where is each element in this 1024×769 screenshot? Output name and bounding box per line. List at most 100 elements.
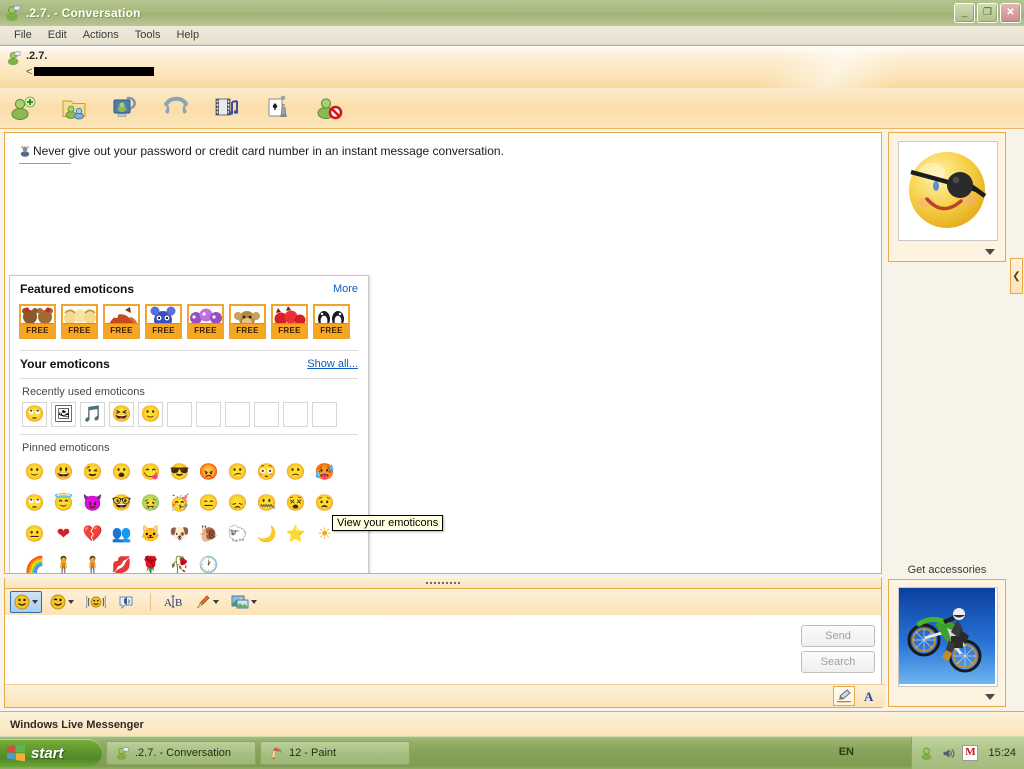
- pinned-emoticon[interactable]: 🧍: [51, 553, 76, 573]
- pinned-emoticon[interactable]: 😋: [138, 460, 163, 485]
- pinned-emoticon[interactable]: 🥀: [167, 553, 192, 573]
- recent-emoticon[interactable]: 😆: [109, 402, 134, 427]
- pinned-emoticon[interactable]: 😮: [109, 460, 134, 485]
- nudge-button[interactable]: [82, 591, 110, 613]
- emoticon-pack[interactable]: FREE: [103, 304, 140, 339]
- menu-actions[interactable]: Actions: [75, 27, 127, 43]
- pinned-emoticon[interactable]: 🐌: [196, 522, 221, 547]
- emoticon-pack[interactable]: FREE: [313, 304, 350, 339]
- pinned-emoticon[interactable]: 😇: [51, 491, 76, 516]
- pinned-emoticon[interactable]: 😡: [196, 460, 221, 485]
- pinned-emoticon[interactable]: 😞: [225, 491, 250, 516]
- pinned-emoticon[interactable]: 🙂: [22, 460, 47, 485]
- font-button[interactable]: A B: [159, 591, 187, 613]
- show-all-link[interactable]: Show all...: [307, 358, 358, 370]
- pinned-emoticon[interactable]: 🐑: [225, 522, 250, 547]
- emoticon-pack[interactable]: FREE: [271, 304, 308, 339]
- empty-emoticon-slot[interactable]: [312, 402, 337, 427]
- contact-display-picture-frame[interactable]: [898, 587, 998, 687]
- pinned-emoticon[interactable]: 💔: [80, 522, 105, 547]
- mcafee-tray-icon[interactable]: M: [962, 745, 979, 761]
- recent-emoticon[interactable]: 🙂: [138, 402, 163, 427]
- pinned-emoticon[interactable]: 😎: [167, 460, 192, 485]
- emoticon-pack[interactable]: FREE: [145, 304, 182, 339]
- pinned-emoticon[interactable]: 🥳: [167, 491, 192, 516]
- pinned-emoticon[interactable]: 🌈: [22, 553, 47, 573]
- send-button[interactable]: Send: [801, 625, 875, 647]
- pinned-emoticon[interactable]: 😕: [225, 460, 250, 485]
- pinned-emoticon[interactable]: 🐶: [167, 522, 192, 547]
- emoticon-pack[interactable]: FREE: [19, 304, 56, 339]
- recent-emoticon[interactable]: 🎵: [80, 402, 105, 427]
- emoticon-pack[interactable]: FREE: [61, 304, 98, 339]
- pinned-emoticon[interactable]: 😃: [51, 460, 76, 485]
- pinned-emoticon[interactable]: 🙁: [283, 460, 308, 485]
- pinned-emoticon[interactable]: 😈: [80, 491, 105, 516]
- restore-button[interactable]: ❐: [977, 3, 998, 23]
- share-files-button[interactable]: [59, 93, 89, 123]
- recent-emoticon[interactable]: 🙄: [22, 402, 47, 427]
- emoticon-pack[interactable]: FREE: [229, 304, 266, 339]
- display-picture-dropdown-icon[interactable]: [985, 249, 995, 255]
- taskbar-item-conversation[interactable]: .2.7. - Conversation: [106, 741, 256, 765]
- pinned-emoticon[interactable]: 🤓: [109, 491, 134, 516]
- emoticon-picker-button[interactable]: [10, 591, 42, 613]
- recent-emoticon[interactable]: 🖼: [51, 402, 76, 427]
- minimize-button[interactable]: _: [954, 3, 975, 23]
- collapse-sidebar-button[interactable]: ❮: [1010, 258, 1023, 294]
- pinned-emoticon[interactable]: 😑: [196, 491, 221, 516]
- pinned-emoticon[interactable]: 🌙: [254, 522, 279, 547]
- pinned-emoticon[interactable]: 🌹: [138, 553, 163, 573]
- handwriting-mode-button[interactable]: [833, 686, 855, 706]
- empty-emoticon-slot[interactable]: [167, 402, 192, 427]
- message-input[interactable]: [5, 615, 881, 685]
- search-button[interactable]: Search: [801, 651, 875, 673]
- block-contact-button[interactable]: [314, 93, 344, 123]
- taskbar-item-paint[interactable]: 12 - Paint: [260, 741, 410, 765]
- pinned-emoticon[interactable]: 🤢: [138, 491, 163, 516]
- pinned-emoticon[interactable]: 🥵: [312, 460, 337, 485]
- empty-emoticon-slot[interactable]: [254, 402, 279, 427]
- text-mode-button[interactable]: A: [859, 686, 881, 706]
- video-call-button[interactable]: [110, 93, 140, 123]
- my-display-picture-frame[interactable]: [898, 141, 998, 241]
- volume-tray-icon[interactable]: [940, 745, 956, 761]
- pinned-emoticon[interactable]: ⭐: [283, 522, 308, 547]
- language-indicator[interactable]: EN: [839, 746, 854, 758]
- pinned-emoticon[interactable]: 😟: [312, 491, 337, 516]
- pinned-emoticon[interactable]: 😵: [283, 491, 308, 516]
- background-button[interactable]: [227, 591, 261, 613]
- pinned-emoticon[interactable]: ❤: [51, 522, 76, 547]
- pinned-emoticon[interactable]: 😳: [254, 460, 279, 485]
- pinned-emoticon[interactable]: 💋: [109, 553, 134, 573]
- menu-help[interactable]: Help: [168, 27, 207, 43]
- menu-tools[interactable]: Tools: [127, 27, 169, 43]
- invite-someone-button[interactable]: [8, 93, 38, 123]
- start-button[interactable]: start: [0, 739, 102, 767]
- messenger-tray-icon[interactable]: [918, 745, 934, 761]
- color-button[interactable]: [191, 591, 223, 613]
- empty-emoticon-slot[interactable]: [225, 402, 250, 427]
- menu-edit[interactable]: Edit: [40, 27, 75, 43]
- share-media-button[interactable]: [212, 93, 242, 123]
- emoticon-pack[interactable]: FREE: [187, 304, 224, 339]
- pinned-emoticon[interactable]: 🤐: [254, 491, 279, 516]
- menu-file[interactable]: File: [6, 27, 40, 43]
- pinned-emoticon[interactable]: 🕐: [196, 553, 221, 573]
- pinned-emoticon[interactable]: 😉: [80, 460, 105, 485]
- conversation-splitter[interactable]: [4, 578, 882, 588]
- empty-emoticon-slot[interactable]: [196, 402, 221, 427]
- empty-emoticon-slot[interactable]: [283, 402, 308, 427]
- pinned-emoticon[interactable]: 🧍: [80, 553, 105, 573]
- voice-clip-button[interactable]: [114, 591, 142, 613]
- get-accessories-label[interactable]: Get accessories: [888, 564, 1006, 576]
- play-game-button[interactable]: [263, 93, 293, 123]
- pinned-emoticon[interactable]: 👥: [109, 522, 134, 547]
- pinned-emoticon[interactable]: 🙄: [22, 491, 47, 516]
- winks-picker-button[interactable]: [46, 591, 78, 613]
- pinned-emoticon[interactable]: 😐: [22, 522, 47, 547]
- voice-call-button[interactable]: [161, 93, 191, 123]
- close-button[interactable]: ✕: [1000, 3, 1021, 23]
- featured-more-link[interactable]: More: [333, 283, 358, 295]
- pinned-emoticon[interactable]: 🐱: [138, 522, 163, 547]
